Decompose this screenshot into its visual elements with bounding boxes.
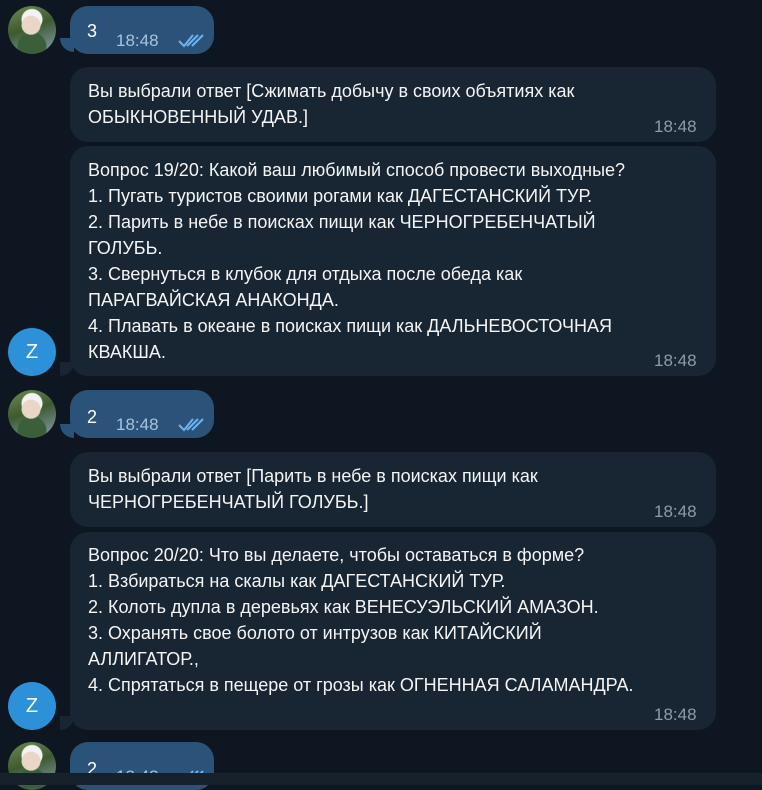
double-check-icon	[178, 34, 204, 48]
message-text: 2	[87, 407, 98, 427]
bot-avatar[interactable]: Z	[8, 682, 56, 730]
message-time: 18:48	[654, 705, 697, 724]
message-time: 18:48	[654, 117, 697, 136]
message-bubble-outgoing[interactable]: 3 18:48	[70, 6, 214, 54]
message-bubble-incoming[interactable]: Вы выбрали ответ [Парить в небе в поиска…	[70, 452, 716, 527]
user-avatar[interactable]	[8, 390, 56, 438]
message-bubble-incoming[interactable]: Вопрос 19/20: Какой ваш любимый способ п…	[70, 146, 716, 376]
message-time: 18:48	[654, 502, 697, 521]
message-text: Вопрос 20/20: Что вы делаете, чтобы оста…	[88, 545, 634, 695]
user-avatar[interactable]	[8, 6, 56, 54]
message-bubble-incoming[interactable]: Вопрос 20/20: Что вы делаете, чтобы оста…	[70, 532, 716, 730]
bot-avatar[interactable]: Z	[8, 328, 56, 376]
message-time: 18:48	[116, 31, 159, 50]
message-bubble-incoming[interactable]: Вы выбрали ответ [Сжимать добычу в своих…	[70, 67, 716, 142]
message-text: Вы выбрали ответ [Сжимать добычу в своих…	[88, 81, 575, 127]
double-check-icon	[178, 418, 204, 432]
input-bar-edge	[0, 773, 762, 785]
message-time: 18:48	[116, 415, 159, 434]
message-bubble-outgoing[interactable]: 2 18:48	[70, 390, 214, 438]
message-text: 3	[87, 21, 98, 41]
message-text: Вы выбрали ответ [Парить в небе в поиска…	[88, 466, 538, 512]
message-time: 18:48	[654, 351, 697, 370]
message-text: Вопрос 19/20: Какой ваш любимый способ п…	[88, 160, 626, 362]
